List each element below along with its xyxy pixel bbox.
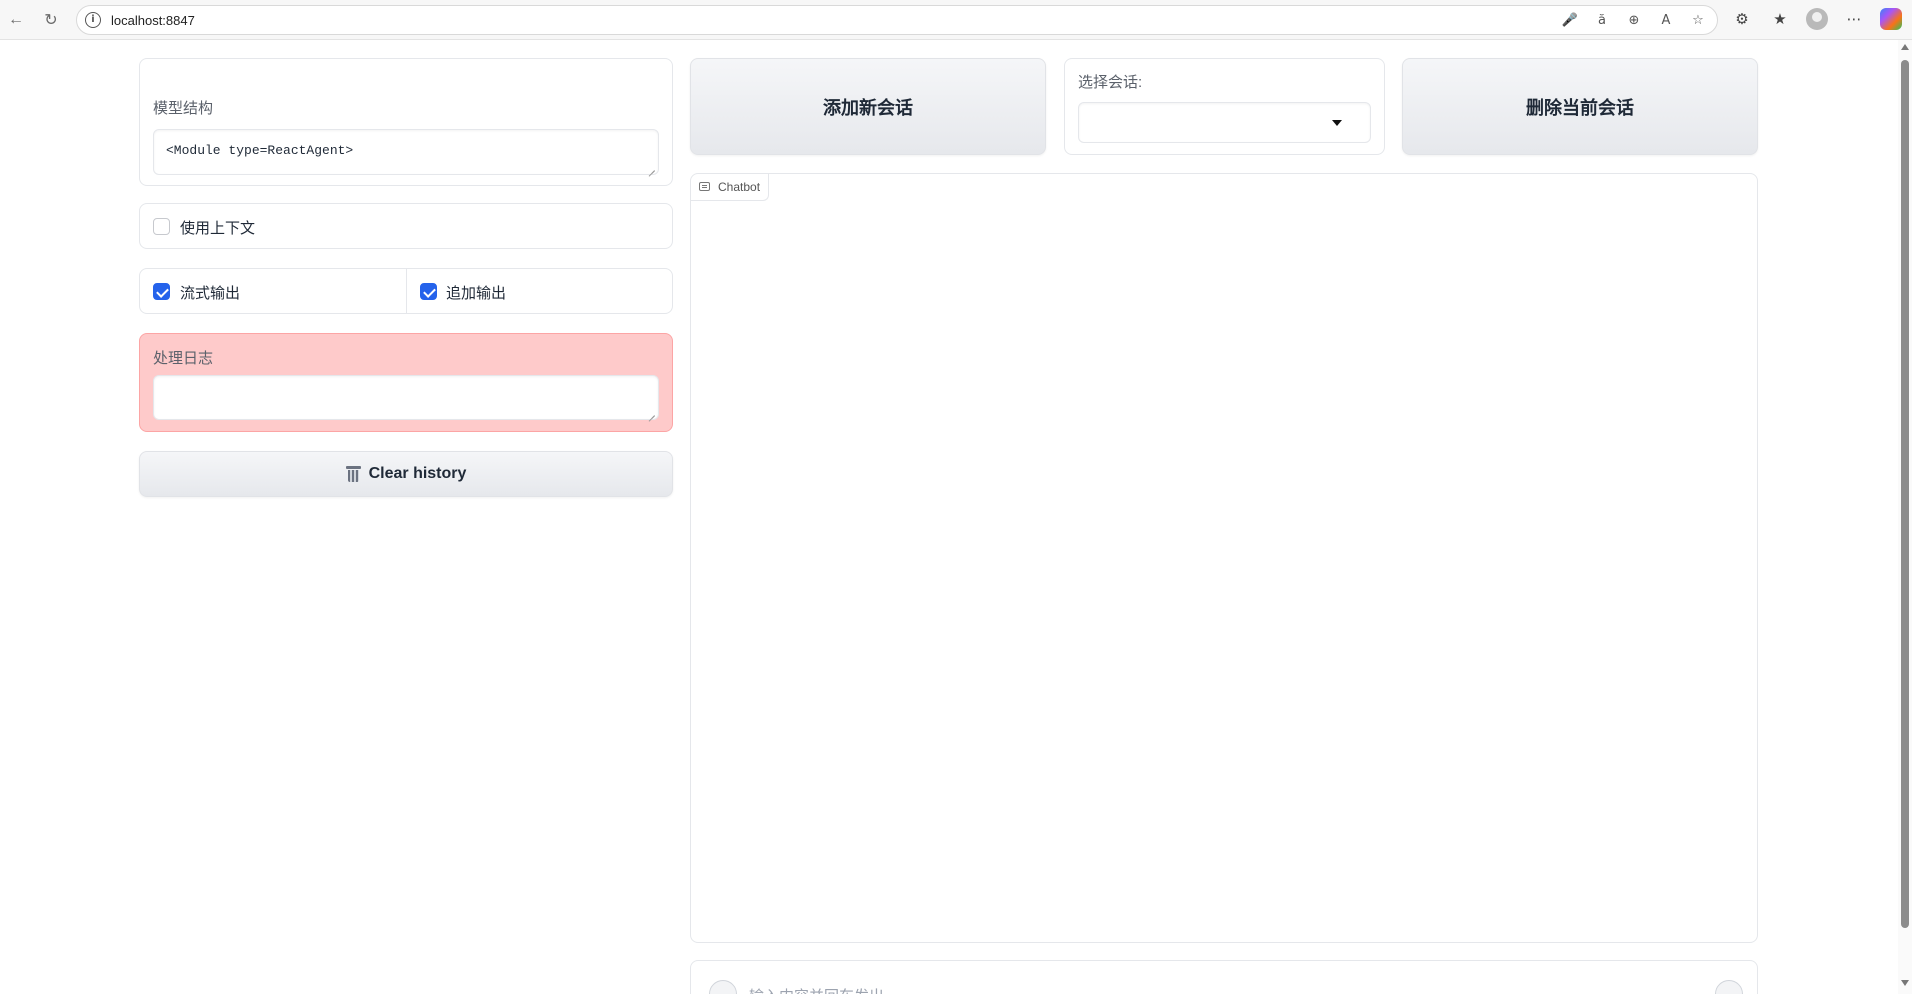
favorites-icon[interactable]: ★ xyxy=(1768,7,1792,31)
processing-log-panel: 处理日志 xyxy=(139,333,673,432)
chatbot-panel xyxy=(690,173,1758,943)
clear-history-label: Clear history xyxy=(368,465,467,482)
favorite-icon[interactable]: ☆ xyxy=(1689,11,1707,29)
trash-icon xyxy=(345,466,361,482)
message-input[interactable]: 输入内容并回车发出 xyxy=(749,985,884,994)
stream-output-checkbox[interactable] xyxy=(153,283,170,300)
append-output-checkbox[interactable] xyxy=(420,283,437,300)
model-structure-value: <Module type=ReactAgent> xyxy=(166,143,354,158)
stream-output-label[interactable]: 流式输出 xyxy=(180,282,240,303)
delete-session-button[interactable]: 删除当前会话 xyxy=(1402,58,1758,155)
model-structure-textbox[interactable]: <Module type=ReactAgent> xyxy=(153,129,659,175)
chevron-down-icon[interactable] xyxy=(1332,120,1342,126)
extensions-icon[interactable]: ⚙ xyxy=(1730,7,1754,31)
resize-handle-icon[interactable] xyxy=(647,163,655,171)
output-options-panel: 流式输出 追加输出 xyxy=(139,268,673,314)
attach-icon[interactable] xyxy=(709,980,737,994)
send-icon[interactable] xyxy=(1715,980,1743,994)
resize-handle-icon[interactable] xyxy=(647,408,655,416)
session-select-dropdown[interactable] xyxy=(1078,102,1371,143)
vertical-scrollbar[interactable] xyxy=(1898,40,1912,994)
copilot-icon[interactable] xyxy=(1880,8,1902,30)
processing-log-textbox[interactable] xyxy=(153,375,659,420)
scrollbar-thumb[interactable] xyxy=(1901,60,1909,928)
address-bar[interactable]: i localhost:8847 🎤 ă ⊕ A ☆ xyxy=(76,5,1718,35)
use-context-checkbox[interactable] xyxy=(153,218,170,235)
zoom-icon[interactable]: ⊕ xyxy=(1625,11,1643,29)
session-select-label: 选择会话: xyxy=(1078,74,1143,91)
chatbot-tag-label: Chatbot xyxy=(718,180,761,194)
add-session-label: 添加新会话 xyxy=(823,97,913,118)
mic-icon[interactable]: 🎤 xyxy=(1561,11,1579,29)
delete-session-label: 删除当前会话 xyxy=(1526,97,1634,118)
profile-avatar[interactable] xyxy=(1806,8,1828,30)
scroll-down-icon[interactable] xyxy=(1901,980,1909,986)
read-aloud-icon[interactable]: A xyxy=(1657,11,1675,29)
message-input-bar: 输入内容并回车发出 xyxy=(690,960,1758,994)
chat-icon xyxy=(699,182,710,191)
append-output-label[interactable]: 追加输出 xyxy=(446,282,506,303)
info-icon[interactable]: i xyxy=(85,12,101,28)
divider xyxy=(406,269,407,313)
url-text[interactable]: localhost:8847 xyxy=(111,13,195,28)
add-session-button[interactable]: 添加新会话 xyxy=(690,58,1046,155)
refresh-icon[interactable]: ↻ xyxy=(39,8,63,32)
browser-toolbar: ← ↻ i localhost:8847 🎤 ă ⊕ A ☆ ⚙ ★ ⋯ xyxy=(0,0,1912,40)
session-select-panel: 选择会话: xyxy=(1064,58,1385,155)
scroll-up-icon[interactable] xyxy=(1901,44,1909,50)
more-icon[interactable]: ⋯ xyxy=(1842,7,1866,31)
clear-history-button[interactable]: Clear history xyxy=(139,451,673,497)
translate-icon[interactable]: ă xyxy=(1593,11,1611,29)
model-structure-label: 模型结构 xyxy=(153,100,214,117)
chatbot-tag: Chatbot xyxy=(690,173,770,201)
model-structure-panel: 模型结构 <Module type=ReactAgent> xyxy=(139,58,673,186)
use-context-label[interactable]: 使用上下文 xyxy=(180,217,255,238)
use-context-panel: 使用上下文 xyxy=(139,203,673,249)
back-icon[interactable]: ← xyxy=(4,8,28,32)
processing-log-label: 处理日志 xyxy=(153,350,214,367)
